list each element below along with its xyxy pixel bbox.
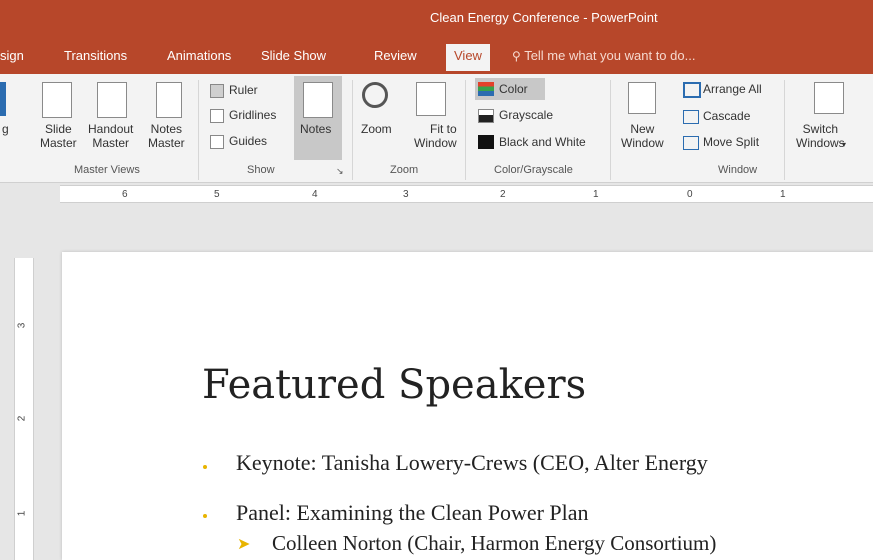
ruler-number: 2 [500,189,506,200]
slide-master-icon[interactable] [42,82,72,118]
gridlines-checkbox[interactable] [210,109,224,123]
new-window-icon[interactable] [628,82,656,114]
ruler-bar: 6 5 4 3 2 1 0 1 [60,185,873,203]
color-group-label: Color/Grayscale [494,164,573,176]
slide-canvas[interactable]: Featured Speakers Keynote: Tanisha Lower… [62,252,873,560]
tell-me-search[interactable]: ⚲ Tell me what you want to do... [512,48,695,63]
ruler-number: 1 [593,189,599,200]
tab-slide-show[interactable]: Slide Show [261,48,326,63]
handout-master-button[interactable]: Handout Master [88,122,133,150]
notes-master-icon[interactable] [156,82,182,118]
guides-checkbox[interactable] [210,135,224,149]
chevron-down-icon: ▾ [842,140,847,149]
guides-label: Guides [229,134,268,148]
notes-label: Notes [300,122,332,136]
move-split-button[interactable]: Move Split [703,135,759,149]
ruler-number: 0 [687,189,693,200]
vertical-ruler[interactable]: 3 2 1 [14,258,34,560]
ruler-checkbox[interactable] [210,84,224,98]
group-separator [784,80,785,180]
title-bar: Clean Energy Conference - PowerPoint [0,0,873,36]
partial-label: g [2,122,9,136]
bullet-panel[interactable]: Panel: Examining the Clean Power Plan [236,500,589,526]
tab-review[interactable]: Review [374,48,417,63]
notes-master-button[interactable]: Notes Master [148,122,185,150]
tab-view[interactable]: View [446,44,490,71]
tell-me-text: Tell me what you want to do... [524,48,696,63]
black-white-button[interactable]: Black and White [499,135,586,149]
ribbon: g Slide Master Handout Master Notes Mast… [0,74,873,183]
ruler-number: 3 [16,322,28,329]
grayscale-icon[interactable] [478,109,494,123]
cascade-icon [683,110,699,124]
ruler-number: 1 [16,510,28,517]
bullet-icon [203,465,207,469]
zoom-icon[interactable] [362,82,388,108]
arrange-all-icon [683,82,701,98]
ruler-number: 3 [403,189,409,200]
master-views-label: Master Views [74,164,140,176]
new-window-button[interactable]: New Window [621,122,664,150]
switch-windows-icon[interactable] [814,82,844,114]
group-separator [352,80,353,180]
slide-title[interactable]: Featured Speakers [202,362,586,408]
cascade-button[interactable]: Cascade [703,109,750,123]
fit-to-window-button[interactable]: Fit to Window [414,122,457,150]
group-separator [465,80,466,180]
show-label: Show [247,164,275,176]
ruler-number: 4 [312,189,318,200]
color-icon [478,82,494,96]
gridlines-label: Gridlines [229,108,277,122]
color-label: Color [499,82,528,96]
dialog-launcher-icon[interactable]: ↘ [336,166,344,177]
black-white-icon[interactable] [478,135,494,149]
slide-master-button[interactable]: Slide Master [40,122,77,150]
ruler-number: 6 [122,189,128,200]
bullet-icon [203,514,207,518]
move-split-icon [683,136,699,150]
ruler-label: Ruler [229,83,258,97]
handout-master-icon[interactable] [97,82,127,118]
grayscale-button[interactable]: Grayscale [499,108,553,122]
notes-icon [303,82,333,118]
arrow-bullet-icon: ➤ [237,536,251,553]
lightbulb-icon: ⚲ [512,49,521,63]
ruler-number: 1 [780,189,786,200]
ruler-number: 2 [16,415,28,422]
tab-transitions[interactable]: Transitions [64,48,127,63]
group-separator [198,80,199,180]
bullet-keynote[interactable]: Keynote: Tanisha Lowery-Crews (CEO, Alte… [236,450,708,476]
fit-to-window-icon[interactable] [416,82,446,116]
window-group-label: Window [718,164,758,176]
zoom-group-label: Zoom [390,164,419,176]
horizontal-ruler[interactable]: 6 5 4 3 2 1 0 1 [0,183,873,203]
arrange-all-button[interactable]: Arrange All [703,82,762,96]
tab-design[interactable]: sign [0,48,24,63]
zoom-button[interactable]: Zoom [361,122,392,136]
ruler-number: 5 [214,189,220,200]
partial-icon [0,82,6,116]
switch-windows-button[interactable]: Switch Windows [796,122,845,150]
group-separator [610,80,611,180]
ribbon-tabs: sign Transitions Animations Slide Show R… [0,36,873,74]
tab-animations[interactable]: Animations [167,48,231,63]
sub-bullet-norton[interactable]: Colleen Norton (Chair, Harmon Energy Con… [272,531,716,556]
window-title: Clean Energy Conference - PowerPoint [430,10,658,25]
